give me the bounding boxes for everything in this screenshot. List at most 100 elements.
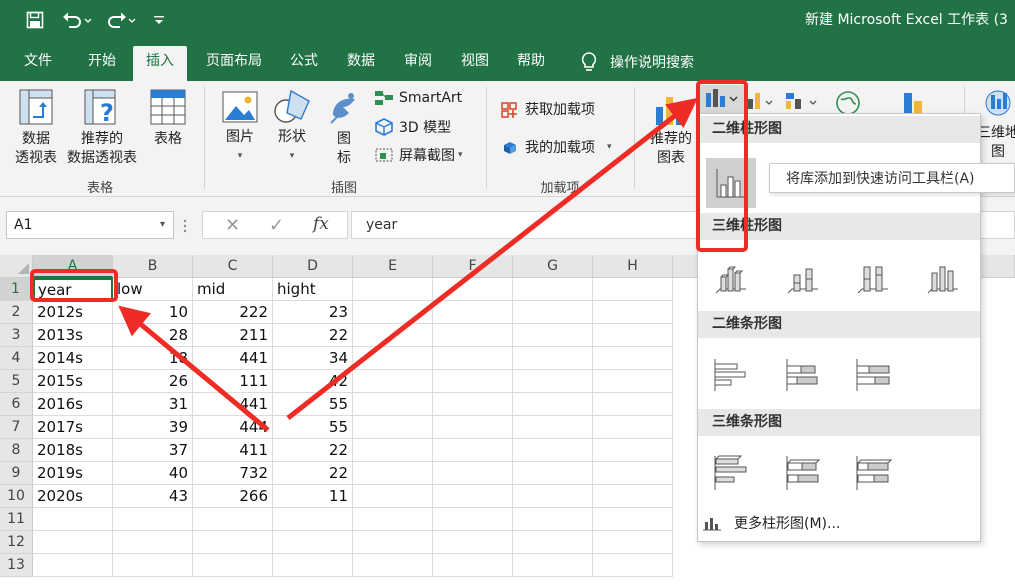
cell-a10[interactable]: 2020s — [33, 485, 113, 508]
name-box[interactable]: A1 ▾ — [6, 211, 174, 239]
cell-h7[interactable] — [593, 416, 673, 439]
cell-h6[interactable] — [593, 393, 673, 416]
cell-b8[interactable]: 37 — [113, 439, 193, 462]
more-column-charts[interactable]: 更多柱形图(M)... — [702, 511, 840, 535]
tab-insert[interactable]: 插入 — [133, 46, 187, 81]
cell-d10[interactable]: 11 — [273, 485, 353, 508]
chevron-down-icon[interactable]: ▾ — [160, 219, 165, 230]
cell-h10[interactable] — [593, 485, 673, 508]
cell-a6[interactable]: 2016s — [33, 393, 113, 416]
cell-c5[interactable]: 111 — [193, 370, 273, 393]
cell-e13[interactable] — [353, 554, 433, 577]
3d-models-button[interactable]: 3D 模型 — [374, 117, 451, 137]
shapes-button[interactable]: 形状 ▾ — [270, 89, 314, 166]
cell-c1[interactable]: mid — [193, 278, 273, 301]
cell-c6[interactable]: 441 — [193, 393, 273, 416]
cell-g13[interactable] — [513, 554, 593, 577]
pivot-table-button[interactable]: 数据 透视表 — [10, 89, 62, 168]
add-gallery-to-qat-menu-item[interactable]: 将库添加到快速访问工具栏(A) — [769, 163, 1015, 193]
cell-c3[interactable]: 211 — [193, 324, 273, 347]
cell-f11[interactable] — [433, 508, 513, 531]
cell-a4[interactable]: 2014s — [33, 347, 113, 370]
row-header-8[interactable]: 8 — [0, 439, 33, 462]
3d-column-option[interactable] — [918, 253, 968, 303]
cell-e2[interactable] — [353, 301, 433, 324]
row-header-11[interactable]: 11 — [0, 508, 33, 531]
icons-button[interactable]: 图 标 — [322, 89, 366, 168]
column-header-c[interactable]: C — [193, 255, 273, 278]
cell-g11[interactable] — [513, 508, 593, 531]
cell-g6[interactable] — [513, 393, 593, 416]
cell-f7[interactable] — [433, 416, 513, 439]
cell-c2[interactable]: 222 — [193, 301, 273, 324]
tab-formulas[interactable]: 公式 — [280, 46, 328, 81]
cell-d7[interactable]: 55 — [273, 416, 353, 439]
cell-b9[interactable]: 40 — [113, 462, 193, 485]
3d-100-stacked-bar-option[interactable] — [848, 448, 898, 498]
cell-f12[interactable] — [433, 531, 513, 554]
row-header-5[interactable]: 5 — [0, 370, 33, 393]
cell-f5[interactable] — [433, 370, 513, 393]
cell-d13[interactable] — [273, 554, 353, 577]
column-header-a[interactable]: A — [33, 255, 113, 278]
cell-a11[interactable] — [33, 508, 113, 531]
3d-100-stacked-column-option[interactable] — [848, 253, 898, 303]
cell-f8[interactable] — [433, 439, 513, 462]
cell-g3[interactable] — [513, 324, 593, 347]
tab-page-layout[interactable]: 页面布局 — [194, 46, 274, 81]
cell-c4[interactable]: 441 — [193, 347, 273, 370]
cell-h8[interactable] — [593, 439, 673, 462]
recommended-pivot-button[interactable]: ? 推荐的 数据透视表 — [62, 89, 142, 168]
row-header-10[interactable]: 10 — [0, 485, 33, 508]
cell-b13[interactable] — [113, 554, 193, 577]
insert-column-chart-button[interactable] — [700, 85, 744, 113]
cell-e6[interactable] — [353, 393, 433, 416]
cell-h13[interactable] — [593, 554, 673, 577]
cell-d5[interactable]: 42 — [273, 370, 353, 393]
cell-c11[interactable] — [193, 508, 273, 531]
cell-d4[interactable]: 34 — [273, 347, 353, 370]
screenshot-button[interactable]: 屏幕截图 ▾ — [374, 145, 463, 165]
table-button[interactable]: 表格 — [144, 89, 192, 149]
3d-stacked-bar-option[interactable] — [778, 448, 828, 498]
column-header-g[interactable]: G — [513, 255, 593, 278]
formula-bar-resize-handle[interactable] — [183, 219, 187, 233]
cell-b11[interactable] — [113, 508, 193, 531]
cell-h5[interactable] — [593, 370, 673, 393]
cell-e8[interactable] — [353, 439, 433, 462]
cell-f9[interactable] — [433, 462, 513, 485]
cell-d11[interactable] — [273, 508, 353, 531]
cell-a13[interactable] — [33, 554, 113, 577]
tab-data[interactable]: 数据 — [336, 46, 386, 81]
save-icon[interactable] — [24, 8, 46, 32]
column-header-b[interactable]: B — [113, 255, 193, 278]
row-header-6[interactable]: 6 — [0, 393, 33, 416]
cell-c13[interactable] — [193, 554, 273, 577]
tab-help[interactable]: 帮助 — [506, 46, 556, 81]
cell-g9[interactable] — [513, 462, 593, 485]
cell-f1[interactable] — [433, 278, 513, 301]
hierarchy-chart-button[interactable] — [784, 89, 820, 111]
3d-clustered-column-option[interactable] — [706, 253, 756, 303]
cell-g8[interactable] — [513, 439, 593, 462]
cell-f6[interactable] — [433, 393, 513, 416]
cell-g5[interactable] — [513, 370, 593, 393]
tab-file[interactable]: 文件 — [10, 46, 66, 81]
stacked-bar-option[interactable] — [778, 350, 828, 400]
clustered-column-option[interactable] — [706, 158, 756, 208]
cell-d9[interactable]: 22 — [273, 462, 353, 485]
cell-g2[interactable] — [513, 301, 593, 324]
row-header-1[interactable]: 1 — [0, 278, 33, 301]
cell-h9[interactable] — [593, 462, 673, 485]
cell-c10[interactable]: 266 — [193, 485, 273, 508]
column-header-h[interactable]: H — [593, 255, 673, 278]
cell-a9[interactable]: 2019s — [33, 462, 113, 485]
cell-c12[interactable] — [193, 531, 273, 554]
cell-f2[interactable] — [433, 301, 513, 324]
cell-c7[interactable]: 444 — [193, 416, 273, 439]
cell-b1[interactable]: low — [113, 278, 193, 301]
cell-e7[interactable] — [353, 416, 433, 439]
cell-f4[interactable] — [433, 347, 513, 370]
cell-b7[interactable]: 39 — [113, 416, 193, 439]
tab-view[interactable]: 视图 — [450, 46, 500, 81]
